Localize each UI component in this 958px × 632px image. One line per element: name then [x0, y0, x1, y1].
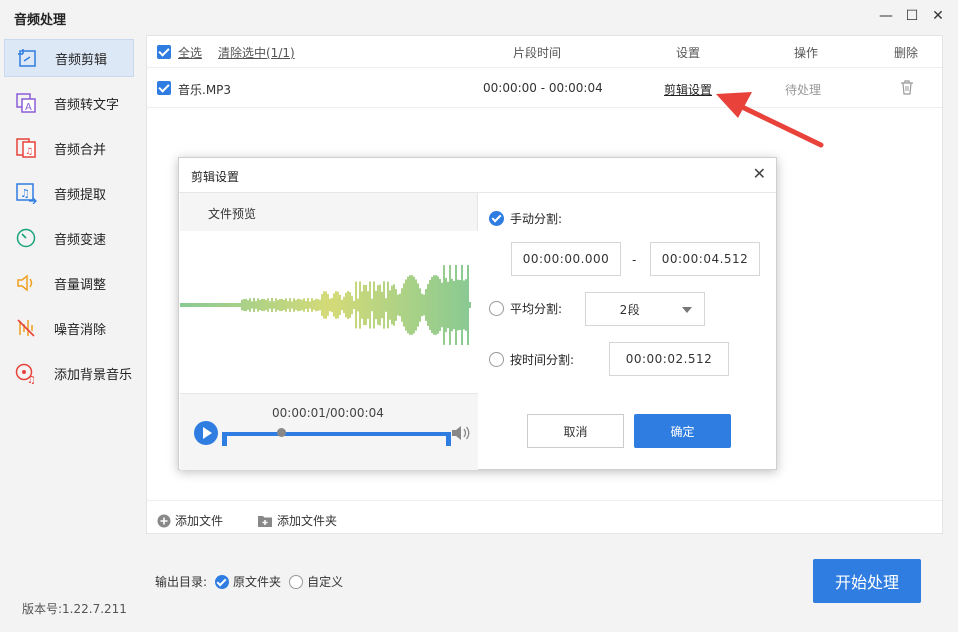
sidebar-item-audio-to-text[interactable]: A 音频转文字 [4, 84, 134, 122]
sidebar-item-label: 噪音消除 [54, 322, 107, 338]
audio-extract-icon: ♫ [14, 181, 38, 205]
play-icon[interactable] [194, 421, 218, 445]
trash-icon[interactable] [899, 79, 915, 99]
background-music-icon: ♫ [14, 361, 38, 385]
clear-selected-link[interactable]: 清除选中(1/1) [218, 44, 295, 61]
custom-folder-radio[interactable] [289, 574, 304, 589]
select-all-link[interactable]: 全选 [178, 44, 202, 61]
sidebar-item-label: 音频提取 [54, 187, 107, 203]
start-processing-button[interactable]: 开始处理 [813, 559, 921, 603]
volume-icon[interactable] [450, 424, 472, 442]
sidebar-item-label: 音频合并 [54, 142, 107, 158]
bottom-toolbar: 添加文件 添加文件夹 [147, 500, 942, 535]
average-split-option[interactable]: 平均分割: [489, 300, 562, 317]
maximize-button[interactable]: ☐ [904, 8, 920, 24]
svg-text:♫: ♫ [25, 147, 33, 157]
cut-settings-dialog: 剪辑设置 ✕ 文件预览 00:00:01/00:00:04 手动分割: 00:0… [178, 157, 777, 470]
playback-knob[interactable] [276, 428, 286, 437]
time-split-label: 按时间分割: [510, 353, 575, 367]
original-folder-label: 原文件夹 [233, 575, 282, 589]
table-header: 全选 清除选中(1/1) 片段时间 设置 操作 删除 [147, 36, 942, 68]
waveform-graphic [179, 265, 471, 345]
preview-title: 文件预览 [208, 207, 257, 221]
add-file-label: 添加文件 [175, 514, 224, 528]
range-dash: - [632, 253, 637, 267]
custom-folder-label: 自定义 [307, 575, 344, 589]
column-segment-time: 片段时间 [513, 46, 562, 60]
average-segments-select[interactable]: 2段 [585, 292, 705, 326]
folder-plus-icon [258, 515, 272, 527]
manual-split-radio[interactable] [489, 211, 504, 226]
column-delete: 删除 [894, 46, 919, 60]
audio-player: 00:00:01/00:00:04 [180, 393, 478, 470]
output-label: 输出目录: [155, 575, 208, 589]
output-directory: 输出目录: 原文件夹 自定义 [155, 573, 343, 590]
average-split-radio[interactable] [489, 301, 504, 316]
file-name: 音乐.MP3 [178, 83, 232, 97]
noise-removal-icon [14, 316, 38, 340]
svg-text:A: A [25, 102, 32, 113]
manual-split-option[interactable]: 手动分割: [489, 210, 562, 227]
audio-cut-icon [15, 46, 39, 70]
select-all-checkbox[interactable] [157, 45, 171, 59]
preview-header: 文件预览 [180, 193, 477, 231]
chevron-down-icon [682, 307, 692, 313]
add-folder-button[interactable]: 添加文件夹 [257, 512, 337, 529]
file-preview-panel: 文件预览 00:00:01/00:00:04 [179, 193, 478, 470]
title-bar: 音频处理 — ☐ ✕ [0, 0, 958, 34]
close-icon[interactable]: ✕ [753, 166, 766, 182]
sidebar-item-label: 音频变速 [54, 232, 107, 248]
playback-time: 00:00:01/00:00:04 [272, 406, 384, 420]
waveform [179, 231, 478, 393]
volume-adjust-icon [14, 271, 38, 295]
column-action: 操作 [794, 46, 819, 60]
time-split-option[interactable]: 按时间分割: [489, 351, 574, 368]
sidebar-item-audio-cut[interactable]: 音频剪辑 [4, 39, 134, 77]
row-checkbox[interactable] [157, 81, 171, 95]
sidebar-item-label: 音量调整 [54, 277, 107, 293]
status-label: 待处理 [785, 83, 822, 97]
sidebar-item-volume-adjust[interactable]: 音量调整 [4, 264, 134, 302]
table-row: 音乐.MP3 00:00:00 - 00:00:04 剪辑设置 待处理 [147, 68, 942, 108]
add-file-button[interactable]: 添加文件 [157, 512, 223, 529]
average-segments-value: 2段 [619, 302, 641, 317]
split-settings: 手动分割: 00:00:00.000 - 00:00:04.512 平均分割: … [479, 193, 777, 470]
close-button[interactable]: ✕ [930, 8, 946, 24]
svg-text:♫: ♫ [20, 187, 30, 200]
average-split-label: 平均分割: [510, 302, 563, 316]
confirm-button[interactable]: 确定 [634, 414, 731, 448]
sidebar-item-audio-speed[interactable]: 音频变速 [4, 219, 134, 257]
sidebar-item-background-music[interactable]: ♫ 添加背景音乐 [4, 354, 134, 392]
cut-settings-link[interactable]: 剪辑设置 [664, 81, 712, 98]
audio-merge-icon: ♫ [14, 136, 38, 160]
sidebar-item-label: 音频剪辑 [55, 52, 108, 68]
app-title: 音频处理 [14, 13, 67, 28]
manual-split-label: 手动分割: [510, 212, 563, 226]
sidebar-item-label: 添加背景音乐 [54, 367, 133, 383]
playback-track[interactable] [224, 432, 450, 436]
original-folder-radio[interactable] [215, 574, 230, 589]
version-label: 版本号:1.22.7.211 [22, 602, 127, 616]
cancel-button[interactable]: 取消 [527, 414, 624, 448]
audio-speed-icon [14, 226, 38, 250]
plus-circle-icon [157, 514, 171, 527]
sidebar-item-label: 音频转文字 [54, 97, 120, 113]
audio-to-text-icon: A [14, 91, 38, 115]
svg-text:♫: ♫ [27, 375, 36, 384]
minimize-button[interactable]: — [878, 8, 894, 24]
sidebar: 音频剪辑 A 音频转文字 ♫ 音频合并 ♫ 音频提取 音频变速 音量调整 噪音消… [0, 34, 146, 594]
manual-end-input[interactable]: 00:00:04.512 [650, 242, 760, 276]
sidebar-item-noise-removal[interactable]: 噪音消除 [4, 309, 134, 347]
sidebar-item-audio-merge[interactable]: ♫ 音频合并 [4, 129, 134, 167]
sidebar-item-audio-extract[interactable]: ♫ 音频提取 [4, 174, 134, 212]
trim-start-handle[interactable] [222, 432, 227, 446]
segment-time: 00:00:00 - 00:00:04 [483, 81, 603, 95]
column-settings: 设置 [676, 46, 701, 60]
time-split-input[interactable]: 00:00:02.512 [609, 342, 729, 376]
dialog-title: 剪辑设置 [191, 170, 240, 184]
add-folder-label: 添加文件夹 [277, 514, 338, 528]
time-split-radio[interactable] [489, 352, 504, 367]
manual-start-input[interactable]: 00:00:00.000 [511, 242, 621, 276]
